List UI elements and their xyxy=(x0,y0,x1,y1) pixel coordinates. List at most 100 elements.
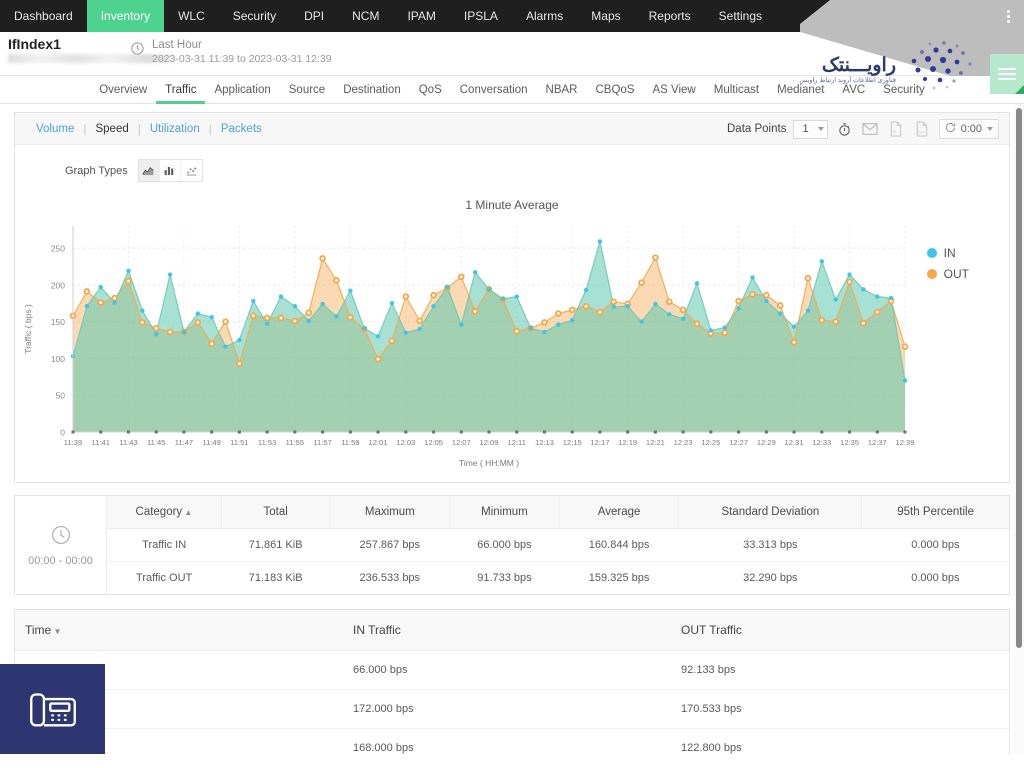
stats-col-standard-deviation[interactable]: Standard Deviation xyxy=(678,496,863,529)
desk-phone-icon xyxy=(29,693,76,727)
email-icon[interactable] xyxy=(861,120,880,139)
scatter-chart-icon[interactable] xyxy=(180,160,202,181)
vertical-dots-icon[interactable] xyxy=(1000,0,1016,32)
topnav-item-security[interactable]: Security xyxy=(219,0,290,32)
svg-text:12:19: 12:19 xyxy=(618,438,637,447)
top-navigation-bar: Dashboard Inventory WLC Security DPI NCM IPAM I… xyxy=(0,0,1024,32)
stats-col-category[interactable]: Category ▲ xyxy=(107,496,222,529)
svg-text:11:49: 11:49 xyxy=(202,438,220,447)
tab-application[interactable]: Application xyxy=(205,76,279,104)
tab-qos[interactable]: QoS xyxy=(410,76,451,104)
tab-multicast[interactable]: Multicast xyxy=(705,76,768,104)
topnav-item-wlc[interactable]: WLC xyxy=(164,0,219,32)
time-cell-out: 122.800 bps xyxy=(671,728,1009,754)
topnav-item-ipsla[interactable]: IPSLA xyxy=(450,0,512,32)
topnav-item-ncm[interactable]: NCM xyxy=(338,0,393,32)
time-range-block[interactable]: Last Hour 2023-03-31 11:39 to 2023-03-31… xyxy=(130,38,332,66)
svg-text:12:01: 12:01 xyxy=(369,438,388,447)
time-col-time[interactable]: Time ▼ xyxy=(15,610,344,651)
topnav-item-alarms[interactable]: Alarms xyxy=(512,0,577,32)
stats-col-average[interactable]: Average xyxy=(559,496,680,529)
legend-item-out[interactable]: OUT xyxy=(926,267,969,281)
table-row[interactable]: Traffic OUT 71.183 KiB 236.533 bps 91.733 b… xyxy=(107,562,1009,595)
svg-text:12:39: 12:39 xyxy=(895,438,914,447)
hamburger-menu-icon[interactable] xyxy=(990,54,1024,94)
scrollbar-thumb[interactable] xyxy=(1016,108,1022,648)
topnav-item-maps[interactable]: Maps xyxy=(577,0,634,32)
stats-cell-stddev: 32.290 bps xyxy=(743,572,798,584)
svg-text:0: 0 xyxy=(60,428,65,438)
stats-cell-average: 159.325 bps xyxy=(588,572,650,584)
desk-phone-widget[interactable] xyxy=(0,664,105,754)
metric-link-utilization[interactable]: Utilization xyxy=(141,123,209,135)
tab-cbqos[interactable]: CBQoS xyxy=(586,76,643,104)
stats-cell-average: 160.844 bps xyxy=(559,528,679,562)
tab-conversation[interactable]: Conversation xyxy=(451,76,537,104)
topnav-item-ipam[interactable]: IPAM xyxy=(393,0,449,32)
tab-source[interactable]: Source xyxy=(280,76,334,104)
brand-name-fa: راویـــنتک xyxy=(821,55,896,76)
topnav-item-reports[interactable]: Reports xyxy=(635,0,705,32)
svg-text:12:27: 12:27 xyxy=(729,438,748,447)
table-row[interactable]: 168.000 bps 122.800 bps xyxy=(15,728,1009,754)
stats-cell-p95: 0.000 bps xyxy=(861,528,1009,562)
svg-text:150: 150 xyxy=(51,317,65,327)
table-row[interactable]: 66.000 bps 92.133 bps xyxy=(15,650,1009,690)
svg-text:12:35: 12:35 xyxy=(840,438,859,447)
stats-col-total[interactable]: Total xyxy=(221,496,331,529)
page-header: IfIndex1 Last Hour 2023-03-31 11:39 to 2… xyxy=(0,32,1024,94)
svg-text:12:29: 12:29 xyxy=(757,438,776,447)
pdf-export-icon[interactable]: A xyxy=(887,120,906,139)
topnav-item-dpi[interactable]: DPI xyxy=(290,0,338,32)
tab-traffic[interactable]: Traffic xyxy=(156,76,206,104)
csv-export-icon[interactable]: CSV xyxy=(913,120,932,139)
metric-link-group: Volume | Speed | Utilization | Packets xyxy=(27,122,271,136)
svg-text:11:41: 11:41 xyxy=(92,438,110,447)
auto-refresh-select[interactable]: 0:00 xyxy=(938,119,999,139)
data-points-label: Data Points xyxy=(727,123,787,135)
area-chart-icon[interactable] xyxy=(138,160,160,181)
stats-cell-total: 71.183 KiB xyxy=(248,572,303,584)
graph-types-row: Graph Types xyxy=(15,145,1009,182)
data-points-select[interactable]: 1 xyxy=(793,119,828,139)
traffic-area-chart[interactable]: 0 50 100 150 200 250 Traffic ( bps ) 11:39 11:41… xyxy=(15,212,1005,477)
stats-col-maximum[interactable]: Maximum xyxy=(329,496,451,529)
metric-link-speed[interactable]: Speed xyxy=(86,123,137,135)
topnav-item-dashboard[interactable]: Dashboard xyxy=(0,0,87,32)
svg-text:12:07: 12:07 xyxy=(452,438,471,447)
time-col-in-traffic[interactable]: IN Traffic xyxy=(343,610,672,651)
tab-as-view[interactable]: AS View xyxy=(643,76,704,104)
tab-nbar[interactable]: NBAR xyxy=(537,76,587,104)
time-cell-in: 66.000 bps xyxy=(343,650,672,690)
chart-title: 1 Minute Average xyxy=(465,198,559,212)
table-row[interactable]: Traffic IN 71.861 KiB 257.867 bps 66.000 bp… xyxy=(107,528,1009,562)
stats-cell-maximum: 257.867 bps xyxy=(329,528,450,562)
metric-link-packets[interactable]: Packets xyxy=(212,123,271,135)
legend-item-in[interactable]: IN xyxy=(926,246,969,260)
tab-destination[interactable]: Destination xyxy=(334,76,410,104)
time-range-value: 2023-03-31 11:39 to 2023-03-31 12:39 xyxy=(152,53,332,65)
time-col-out-traffic[interactable]: OUT Traffic xyxy=(671,610,1009,651)
metric-toolbar: Volume | Speed | Utilization | Packets Data Po… xyxy=(15,113,1009,145)
data-points-value: 1 xyxy=(802,123,809,135)
metric-link-volume[interactable]: Volume xyxy=(27,123,83,135)
svg-text:CSV: CSV xyxy=(918,130,926,134)
stats-cell-p95: 0.000 bps xyxy=(911,572,960,584)
tab-overview[interactable]: Overview xyxy=(90,76,156,104)
svg-text:11:53: 11:53 xyxy=(258,438,276,447)
refresh-icon xyxy=(945,122,956,136)
topnav-item-settings[interactable]: Settings xyxy=(705,0,776,32)
stats-col-95th-percentile[interactable]: 95th Percentile xyxy=(861,496,1009,529)
table-row[interactable]: 172.000 bps 170.533 bps xyxy=(15,689,1009,729)
brand-tagline-fa: فناوری اطلاعات آروند ارتباط راویس xyxy=(799,77,896,84)
timer-icon[interactable] xyxy=(835,120,854,139)
chevron-down-icon xyxy=(817,127,824,131)
topnav-item-inventory[interactable]: Inventory xyxy=(86,0,165,32)
svg-text:11:45: 11:45 xyxy=(147,438,165,447)
statistics-table-header: Category ▲ Total Maximum Minimum Average Stan… xyxy=(107,496,1009,529)
bar-chart-icon[interactable] xyxy=(159,160,181,181)
brand-logo-text: راویـــنتک فناوری اطلاعات آروند ارتباط ر… xyxy=(799,56,896,85)
svg-text:11:39: 11:39 xyxy=(64,438,82,447)
time-series-table-card: Time ▼ IN Traffic OUT Traffic 66.000 bps 92… xyxy=(14,609,1010,754)
stats-col-minimum[interactable]: Minimum xyxy=(449,496,560,529)
